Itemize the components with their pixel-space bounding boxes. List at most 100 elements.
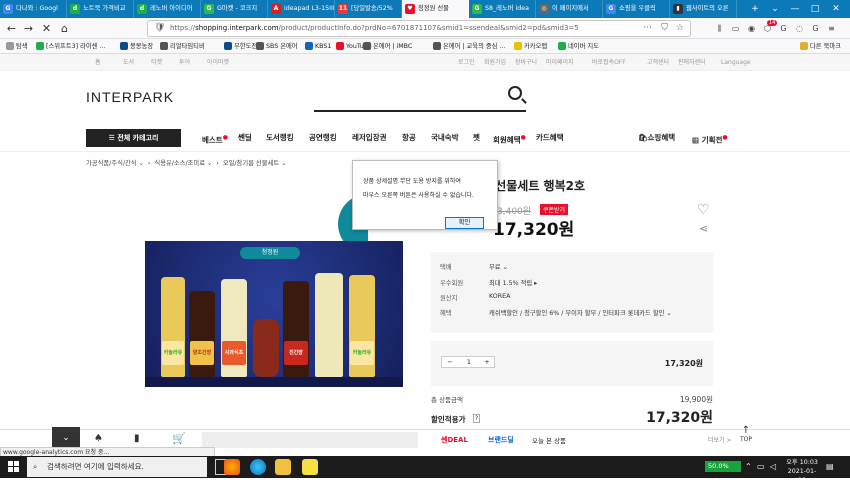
tab-favicon-icon: G — [472, 4, 482, 14]
bookmark-item[interactable]: 온에어 | iMBC — [363, 39, 412, 54]
edge-icon[interactable] — [250, 459, 266, 475]
tab-favicon-icon: G — [3, 4, 13, 14]
alert-dialog: 상품 상세설명 무단 도용 방지를 위하여 마우스 오른쪽 버튼은 사용하실 수… — [352, 160, 498, 230]
forward-button[interactable]: → — [20, 20, 37, 37]
firefox-icon[interactable] — [224, 459, 240, 475]
bookmark-label: 몽몽농장 — [130, 43, 154, 50]
tab-label: 다나와 : Googl — [16, 5, 58, 12]
toolbar-extension-icon[interactable]: ◉ — [744, 20, 759, 37]
address-bar[interactable]: 🛡 https://shopping.interpark.com/product… — [147, 20, 691, 37]
browser-tab[interactable]: 11 [당일발송/52% — [335, 0, 402, 18]
bookmark-favicon-icon — [224, 42, 232, 50]
taskbar: ⌕ 검색하려면 여기에 입력하세요. 50.0% ⌃ ▭ ◁ 오후 10:03 … — [0, 456, 850, 484]
bookmark-label: 무한도전 — [234, 43, 258, 50]
bookmark-label: 리얼타임티비 — [170, 43, 205, 50]
new-tab-button[interactable]: + — [745, 0, 765, 18]
stop-button[interactable]: ✕ — [38, 20, 55, 37]
home-button[interactable]: ⌂ — [56, 20, 73, 37]
chevron-up-icon[interactable]: ⌃ — [745, 462, 752, 471]
tab-favicon-icon: ◎ — [539, 4, 549, 14]
browser-tab[interactable]: d 노트북 가격비교 — [67, 0, 134, 18]
browser-tab[interactable]: ◎ 이 페이지에서 — [536, 0, 603, 18]
bookmark-item[interactable]: 탐색 — [6, 39, 28, 54]
sticky-notes-icon[interactable] — [302, 459, 318, 475]
volume-icon[interactable]: ◁ — [770, 462, 776, 471]
back-button[interactable]: ← — [3, 20, 20, 37]
toolbar-extension-icon[interactable]: G — [808, 20, 823, 37]
bookmark-item[interactable]: 리얼타임티비 — [160, 39, 205, 54]
toolbar-extension-icon[interactable]: G — [776, 20, 791, 37]
bookmark-favicon-icon — [514, 42, 522, 50]
bookmark-label: [스위프트3] 라이센 ... — [46, 43, 106, 50]
notification-badge: 14 — [767, 20, 778, 26]
file-explorer-icon[interactable] — [275, 459, 291, 475]
bookmark-favicon-icon — [433, 42, 441, 50]
tab-label: G마켓 - 코크지 — [217, 5, 258, 12]
bookmarks-bar: 탐색 [스위프트3] 라이센 ... 몽몽농장 리얼타임티비 무한도전 SBS 온에어 KB… — [0, 39, 850, 54]
url-domain: shopping.interpark.com — [195, 24, 279, 32]
taskbar-search-placeholder: 검색하려면 여기에 입력하세요. — [47, 462, 144, 471]
browser-tab[interactable]: G 다나와 : Googl — [0, 0, 67, 18]
windows-start-icon[interactable] — [8, 461, 20, 473]
url-prefix: https:// — [170, 24, 196, 32]
tab-favicon-icon: d — [137, 4, 147, 14]
bookmark-item[interactable]: 온에어 | 교육의 중심 ... — [433, 39, 505, 54]
bookmark-favicon-icon — [6, 42, 14, 50]
notifications-icon[interactable]: ▤ — [826, 462, 834, 471]
tab-list-dropdown[interactable]: ⌄ — [765, 0, 785, 18]
shield-icon[interactable]: 🛡 — [154, 21, 165, 36]
tab-label: 쇼핑을 우클릭 — [619, 5, 656, 12]
bookmark-item[interactable]: 무한도전 — [224, 39, 257, 54]
network-icon[interactable]: ▭ — [757, 462, 765, 471]
page-actions-icon[interactable]: ··· — [640, 21, 652, 36]
tab-label: [당일발송/52% — [351, 5, 393, 12]
browser-tab[interactable]: G S8_레노버 idea — [469, 0, 536, 18]
tab-favicon-icon: 11 — [338, 4, 348, 14]
bookmark-item[interactable]: 몽몽농장 — [120, 39, 153, 54]
other-bookmarks[interactable]: 다른 북마크 — [800, 39, 841, 54]
tab-favicon-icon: ▮ — [673, 4, 683, 14]
bookmark-item[interactable]: 카카오맵 — [514, 39, 547, 54]
bookmark-label: 네이버 지도 — [568, 43, 599, 50]
bookmark-item[interactable]: [스위프트3] 라이센 ... — [36, 39, 105, 54]
tab-label: S8_레노버 idea — [485, 5, 530, 12]
pocket-icon[interactable]: ⛉ — [661, 21, 668, 36]
page-content: 홈 도서 티켓 투어 아이마켓 로그인 회원가입 장바구니 마이페이지 바로접속OFF 고객센터 판… — [0, 54, 850, 449]
browser-tab[interactable]: d 레노버 아이디어 — [134, 0, 201, 18]
toolbar-extension-icon[interactable]: ◌ — [792, 20, 807, 37]
clock-date: 2021-01-19 — [787, 468, 817, 484]
bookmark-item[interactable]: KBS1 — [305, 39, 331, 54]
close-window-button[interactable]: ✕ — [826, 0, 846, 18]
bookmark-favicon-icon — [160, 42, 168, 50]
tab-label: 청정원 선물 — [418, 5, 449, 12]
bookmark-item[interactable]: SBS 온에어 — [256, 39, 298, 54]
toolbar-extension-icon[interactable]: ⫼ — [712, 20, 727, 37]
toolbar-extension-icon[interactable]: ≡ — [824, 20, 839, 37]
bookmark-label: 카카오맵 — [524, 43, 548, 50]
browser-tab[interactable]: ▮ 웹사이트의 오른 — [670, 0, 737, 18]
browser-tab[interactable]: ♥ 청정원 선물 — [402, 0, 469, 18]
alert-dialog-layer: 상품 상세설명 무단 도용 방지를 위하여 마우스 오른쪽 버튼은 사용하실 수… — [0, 54, 850, 449]
dialog-message-line-2: 마우스 오른쪽 버튼은 사용하실 수 없습니다. — [363, 192, 474, 199]
maximize-button[interactable]: □ — [805, 0, 825, 18]
browser-tab[interactable]: Aideapad L3-15IIL — [268, 0, 335, 18]
tab-bar: G 다나와 : Googl d 노트북 가격비교 d 레노버 아이디어 G G마켓 - 코크지… — [0, 0, 850, 18]
tab-label: ideapad L3-15IIL — [284, 5, 335, 12]
dialog-ok-button[interactable]: 확인 — [445, 217, 484, 229]
bookmark-favicon-icon — [120, 42, 128, 50]
bookmark-favicon-icon — [363, 42, 371, 50]
tab-favicon-icon: A — [271, 4, 281, 14]
minimize-button[interactable]: — — [785, 0, 805, 18]
browser-tab[interactable]: G G마켓 - 코크지 — [201, 0, 268, 18]
bookmark-label: 온에어 | 교육의 중심 ... — [443, 43, 506, 50]
bookmark-favicon-icon — [558, 42, 566, 50]
battery-indicator[interactable]: 50.0% — [705, 461, 741, 472]
bookmark-item[interactable]: 네이버 지도 — [558, 39, 599, 54]
bookmark-favicon-icon — [256, 42, 264, 50]
bookmark-label: KBS1 — [315, 43, 332, 50]
clock[interactable]: 오후 10:03 2021-01-19 — [784, 458, 820, 485]
browser-tab[interactable]: G 쇼핑을 우클릭 — [603, 0, 670, 18]
taskbar-search-input[interactable]: ⌕ 검색하려면 여기에 입력하세요. — [27, 457, 207, 477]
bookmark-star-icon[interactable]: ☆ — [675, 21, 684, 36]
toolbar-extension-icon[interactable]: ▭ — [728, 20, 743, 37]
